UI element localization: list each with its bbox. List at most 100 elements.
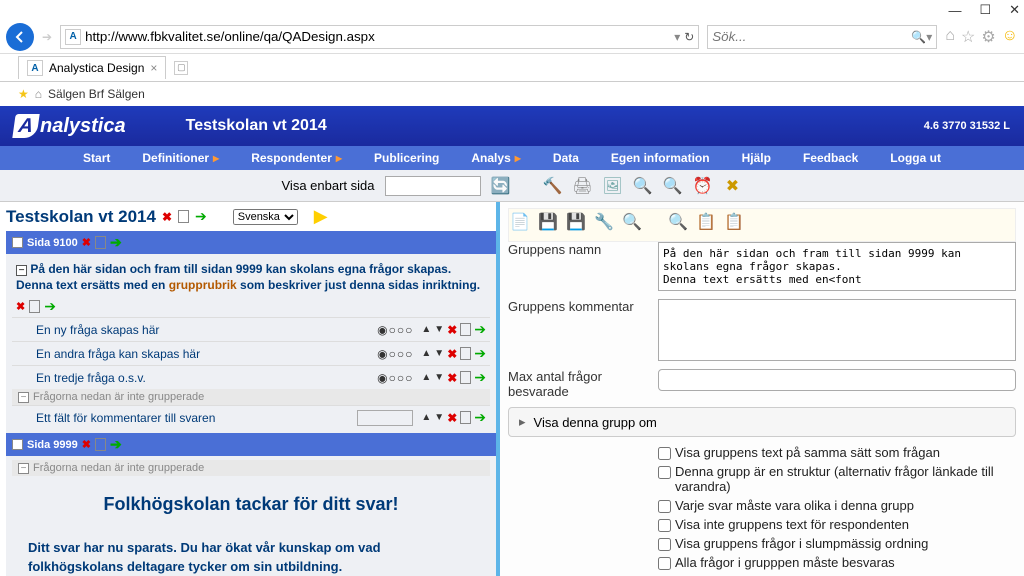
checkbox-structure[interactable]	[658, 466, 671, 479]
group-name-input[interactable]: På den här sidan och fram till sidan 999…	[658, 242, 1016, 291]
delete-icon[interactable]: ✖	[447, 411, 457, 425]
menu-definitioner[interactable]: Definitioner▶	[142, 151, 219, 165]
delete-icon[interactable]: ✖	[447, 323, 457, 337]
move-up-icon[interactable]: ▲	[421, 412, 431, 423]
play-icon[interactable]: ▶	[314, 206, 328, 227]
minimize-icon[interactable]: —	[948, 3, 961, 18]
back-button[interactable]	[6, 23, 34, 51]
browser-tab[interactable]: A Analystica Design ×	[18, 56, 166, 79]
forward-arrow-icon[interactable]: ➔	[44, 298, 56, 315]
forward-arrow-icon[interactable]: ➔	[110, 436, 122, 453]
page-filter-input[interactable]	[385, 176, 481, 196]
save-icon[interactable]: 💾	[537, 211, 559, 233]
checkbox-hide-text[interactable]	[658, 519, 671, 532]
tab-close-icon[interactable]: ×	[150, 61, 157, 75]
page-header-9100[interactable]: − Sida 9100 ✖ ➔	[6, 231, 496, 254]
tools-icon[interactable]: ✖	[723, 176, 743, 196]
question-row[interactable]: En tredje fråga o.s.v. ◉○○○ ▲ ▼ ✖ ➔	[12, 365, 490, 389]
favorites-icon[interactable]: ☆	[961, 27, 975, 47]
new-page-icon[interactable]	[95, 438, 106, 451]
collapse-icon[interactable]: −	[12, 237, 23, 248]
emoji-icon[interactable]: ☺	[1002, 27, 1018, 47]
forward-button[interactable]: ➔	[42, 30, 52, 44]
delete-icon[interactable]: ✖	[16, 300, 25, 313]
move-up-icon[interactable]: ▲	[421, 348, 431, 359]
comment-field-row[interactable]: Ett fält för kommentarer till svaren ▲ ▼…	[12, 405, 490, 429]
home-icon[interactable]: ⌂	[945, 27, 955, 47]
search2-icon[interactable]: 🔍	[663, 176, 683, 196]
delete-icon[interactable]: ✖	[447, 347, 457, 361]
menu-publicering[interactable]: Publicering	[374, 151, 439, 165]
menu-egeninfo[interactable]: Egen information	[611, 151, 710, 165]
maximize-icon[interactable]: ☐	[979, 2, 991, 18]
search-icon[interactable]: 🔍	[911, 30, 926, 44]
max-questions-input[interactable]	[658, 369, 1016, 391]
url-field-wrap[interactable]: A ▾ ↻	[60, 25, 699, 49]
printer-icon[interactable]: 🖨	[573, 176, 593, 196]
menu-analys[interactable]: Analys▶	[471, 151, 521, 165]
fav-link[interactable]: Sälgen Brf Sälgen	[48, 87, 145, 101]
copy-icon[interactable]	[460, 347, 471, 360]
collapse-icon[interactable]: −	[18, 392, 29, 403]
search-dropdown-icon[interactable]: ▾	[926, 30, 932, 44]
forward-arrow-icon[interactable]: ➔	[110, 234, 122, 251]
delete-icon[interactable]: ✖	[82, 438, 91, 451]
group-comment-input[interactable]	[658, 299, 1016, 361]
forward-arrow-icon[interactable]: ➔	[474, 345, 486, 362]
zoom2-icon[interactable]: 🔍	[667, 211, 689, 233]
zoom-icon[interactable]: 🔍	[621, 211, 643, 233]
refresh-icon[interactable]: 🔄	[491, 176, 511, 196]
collapse-icon[interactable]: −	[18, 463, 29, 474]
fav-home-icon[interactable]: ⌂	[35, 87, 42, 101]
group-info-row[interactable]: − På den här sidan och fram till sidan 9…	[12, 258, 490, 296]
menu-start[interactable]: Start	[83, 151, 110, 165]
page-header-9999[interactable]: − Sida 9999 ✖ ➔	[6, 433, 496, 456]
tool-icon[interactable]: 🔧	[593, 211, 615, 233]
copy-icon[interactable]: 📋	[695, 211, 717, 233]
image-icon[interactable]: 🖼	[603, 176, 623, 196]
settings-icon[interactable]: ⚙	[981, 27, 995, 47]
forward-arrow-icon[interactable]: ➔	[474, 321, 486, 338]
language-select[interactable]: Svenska	[233, 209, 298, 225]
paste-icon[interactable]: 📋	[723, 211, 745, 233]
move-down-icon[interactable]: ▼	[434, 412, 444, 423]
collapse-icon[interactable]: −	[12, 439, 23, 450]
save-as-icon[interactable]: 💾	[565, 211, 587, 233]
condition-accordion[interactable]: ▸ Visa denna grupp om	[508, 407, 1016, 437]
copy-icon[interactable]	[460, 411, 471, 424]
zoom-icon[interactable]: 🔍	[633, 176, 653, 196]
new-icon[interactable]	[29, 300, 40, 313]
menu-feedback[interactable]: Feedback	[803, 151, 858, 165]
checkbox-same-as-question[interactable]	[658, 447, 671, 460]
checkbox-all-required[interactable]	[658, 557, 671, 570]
move-down-icon[interactable]: ▼	[434, 324, 444, 335]
delete-icon[interactable]: ✖	[82, 236, 91, 249]
move-down-icon[interactable]: ▼	[434, 372, 444, 383]
move-down-icon[interactable]: ▼	[434, 348, 444, 359]
copy-icon[interactable]	[460, 323, 471, 336]
new-doc-icon[interactable]: 📄	[509, 211, 531, 233]
move-up-icon[interactable]: ▲	[421, 372, 431, 383]
new-page-icon[interactable]	[95, 236, 106, 249]
forward-arrow-icon[interactable]: ➔	[195, 208, 207, 225]
forward-arrow-icon[interactable]: ➔	[474, 409, 486, 426]
collapse-icon[interactable]: −	[16, 265, 27, 276]
checkbox-random-order[interactable]	[658, 538, 671, 551]
menu-data[interactable]: Data	[553, 151, 579, 165]
close-icon[interactable]: ✕	[1009, 2, 1020, 18]
dropdown-icon[interactable]: ▾	[674, 30, 680, 44]
forward-arrow-icon[interactable]: ➔	[474, 369, 486, 386]
url-input[interactable]	[85, 29, 670, 44]
checkbox-unique-answers[interactable]	[658, 500, 671, 513]
move-up-icon[interactable]: ▲	[421, 324, 431, 335]
hammer-icon[interactable]: 🔨	[543, 176, 563, 196]
menu-loggaut[interactable]: Logga ut	[890, 151, 941, 165]
new-page-icon[interactable]	[178, 210, 189, 223]
star-icon[interactable]: ★	[18, 87, 29, 101]
clock-icon[interactable]: ⏰	[693, 176, 713, 196]
menu-hjalp[interactable]: Hjälp	[742, 151, 771, 165]
menu-respondenter[interactable]: Respondenter▶	[251, 151, 342, 165]
refresh-icon[interactable]: ↻	[684, 30, 694, 44]
question-row[interactable]: En ny fråga skapas här ◉○○○ ▲ ▼ ✖ ➔	[12, 317, 490, 341]
new-tab-icon[interactable]: ▢	[174, 61, 188, 75]
